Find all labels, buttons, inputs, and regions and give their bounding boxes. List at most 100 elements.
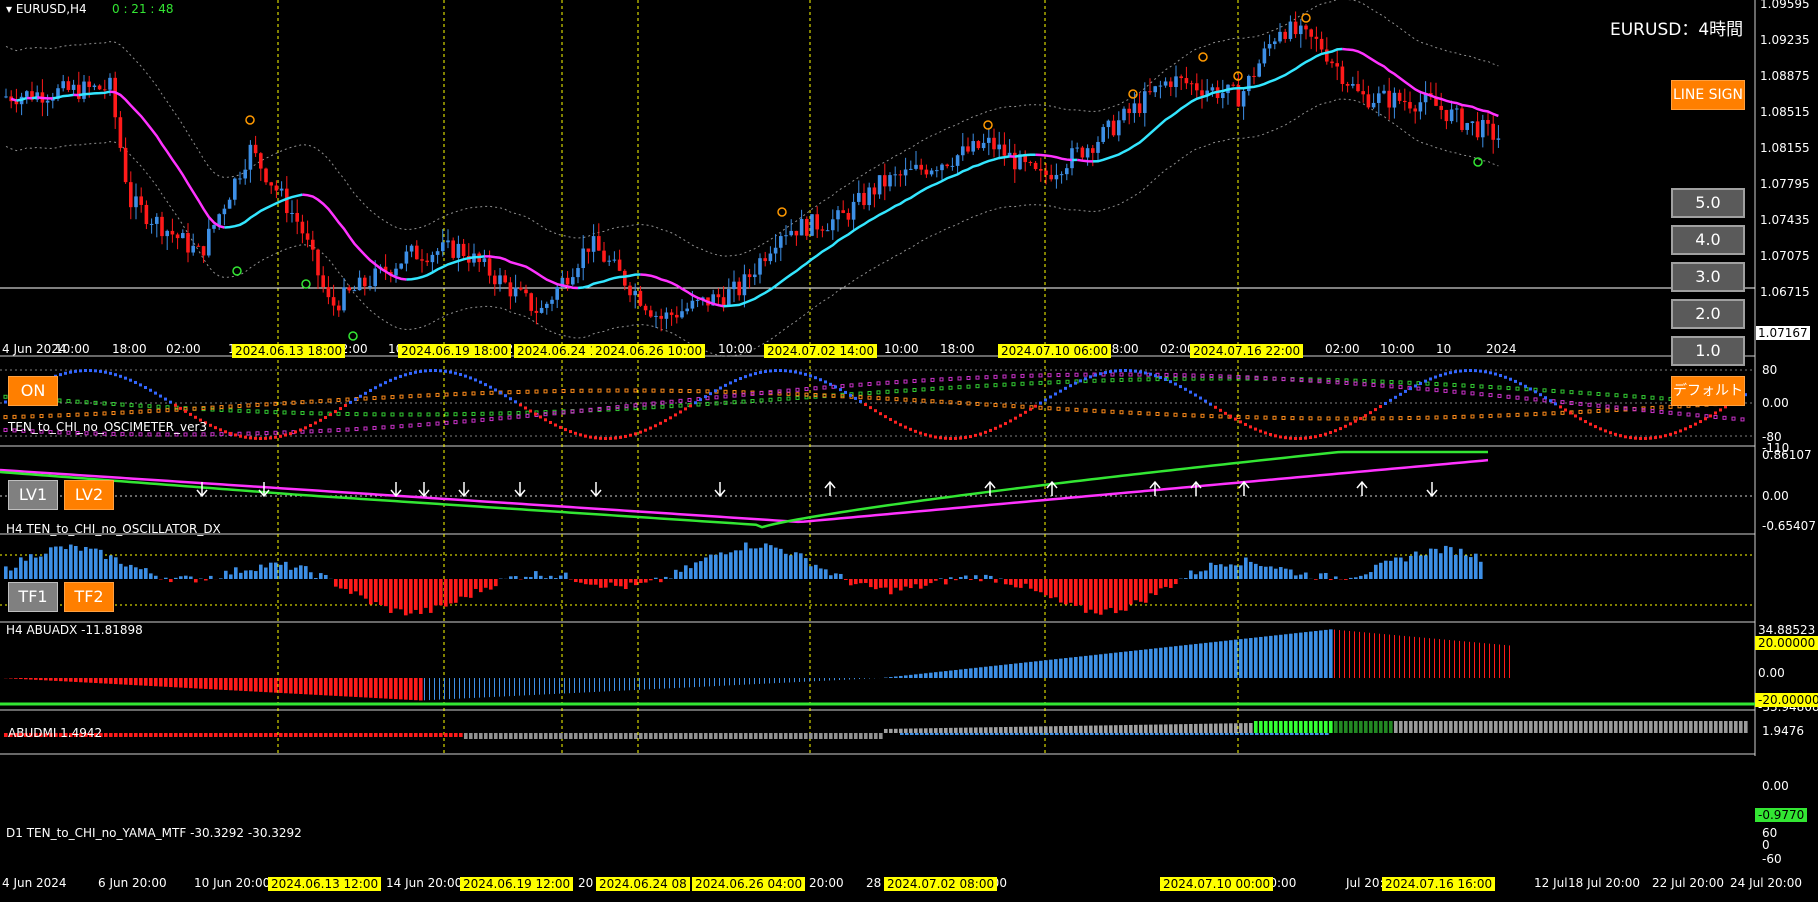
oscimeter-magenta-dot (462, 419, 467, 424)
candle-body (144, 204, 149, 225)
abudmi-bar (1504, 644, 1505, 678)
oscimeter-green-dot (696, 402, 701, 407)
abudmi-bar (109, 678, 113, 684)
oscimeter-green-dot (1173, 376, 1178, 381)
oscimeter-signal-dot (1639, 436, 1642, 440)
abudmi-bar (1419, 637, 1420, 678)
abuadx-bar (154, 575, 158, 579)
yama-bar (649, 733, 653, 739)
level-button-1[interactable]: 5.0 (1671, 188, 1745, 218)
oscimeter-signal-dot (484, 383, 487, 387)
tf1-button[interactable]: TF1 (8, 582, 58, 612)
oscimeter-magenta-dot (210, 432, 215, 437)
abudmi-bar (74, 678, 78, 682)
abudmi-bar (914, 674, 918, 678)
abudmi-bar (389, 678, 393, 699)
trend-ma-line (31, 96, 38, 100)
yama-bar (1024, 726, 1028, 733)
oscimeter-signal-dot (1339, 427, 1342, 431)
abudmi-bar (504, 678, 505, 697)
yama-bar (1164, 724, 1168, 733)
oscimeter-orange-dot (948, 400, 953, 405)
on-button[interactable]: ON (8, 376, 58, 406)
oscimeter-orange-dot (426, 393, 431, 398)
abuadx-bar (864, 579, 868, 583)
abuadx-bar (769, 545, 773, 579)
yama-bar (1309, 721, 1313, 733)
candle-body (695, 299, 700, 301)
abuadx-bar (39, 556, 43, 579)
abuadx-bar (314, 577, 318, 579)
oscimeter-magenta-dot (516, 414, 521, 419)
yama-bar (604, 733, 608, 739)
abudmi-bar (1489, 643, 1490, 678)
chart-canvas[interactable] (0, 0, 1818, 902)
abuadx-bar (664, 576, 668, 579)
abuadx-bar (634, 579, 638, 586)
oscimeter-signal-dot (559, 425, 562, 429)
oscimeter-green-dot (1128, 377, 1133, 382)
oscimeter-signal-dot (364, 391, 367, 395)
yama-bar (1339, 721, 1343, 733)
signal-circle-orange (777, 207, 787, 217)
level-button-3[interactable]: 3.0 (1671, 262, 1745, 292)
line-sign-button[interactable]: LINE SIGN (1671, 80, 1745, 110)
abudmi-bar (1399, 635, 1400, 678)
abudmi-bar (249, 678, 253, 692)
oscimeter-signal-dot (184, 409, 187, 413)
abudmi-bar (274, 678, 278, 693)
abudmi-bar (959, 669, 963, 678)
yama-bar (1205, 733, 1209, 735)
yama-bar (859, 733, 863, 739)
lv1-button[interactable]: LV1 (8, 480, 58, 510)
level-button-5[interactable]: 1.0 (1671, 336, 1745, 366)
yama-bar (1154, 724, 1158, 733)
level-button-4[interactable]: 2.0 (1671, 299, 1745, 329)
tf2-button[interactable]: TF2 (64, 582, 114, 612)
oscimeter-orange-dot (993, 403, 998, 408)
oscimeter-signal-dot (1704, 417, 1707, 421)
abudmi-bar (1134, 650, 1138, 678)
oscimeter-green-dot (1020, 381, 1025, 386)
abudmi-bar (1414, 636, 1415, 678)
oscillator-magenta-line (0, 458, 1489, 524)
time-tick: 02:00 (1325, 342, 1360, 356)
candle-body (846, 212, 851, 220)
oscimeter-green-dot (1137, 377, 1142, 382)
oscimeter-green-dot (1407, 380, 1412, 385)
yama-bar (1169, 724, 1173, 733)
oscimeter-signal-dot (924, 433, 927, 437)
abuadx-bar (294, 567, 298, 579)
yama-bar (924, 728, 928, 733)
yama-bar (1474, 721, 1478, 733)
candle-body (186, 233, 190, 253)
abuadx-bar (489, 579, 493, 590)
chart-watermark: EURUSD：4時間 (1610, 20, 1744, 40)
oscimeter-signal-dot (599, 436, 602, 440)
yama-bar (1224, 723, 1228, 733)
yama-bar (1559, 721, 1563, 733)
candle-body (1455, 108, 1459, 110)
default-button[interactable]: デフォルト (1671, 376, 1745, 406)
abudmi-bar (659, 678, 660, 689)
candle-body (290, 212, 294, 214)
abudmi-bar (1074, 656, 1078, 678)
oscimeter-orange-dot (1074, 407, 1079, 412)
candle-body (1397, 92, 1402, 101)
oscimeter-orange-dot (408, 394, 413, 399)
abudmi-bar (444, 678, 445, 700)
yama-bar (1744, 721, 1748, 733)
yama-bar (344, 733, 348, 737)
candle-body (1174, 76, 1178, 88)
oscimeter-magenta-dot (1542, 398, 1547, 403)
price-tick: 1.06715 (1760, 285, 1810, 299)
candle-body (805, 218, 809, 236)
oscimeter-orange-dot (327, 398, 332, 403)
abudmi-bar (179, 678, 183, 688)
yama-bar (1194, 723, 1198, 733)
lv2-button[interactable]: LV2 (64, 480, 114, 510)
abudmi-bar (359, 678, 363, 698)
yama-bar (1239, 723, 1243, 733)
yama-bar (414, 733, 418, 737)
level-button-2[interactable]: 4.0 (1671, 225, 1745, 255)
